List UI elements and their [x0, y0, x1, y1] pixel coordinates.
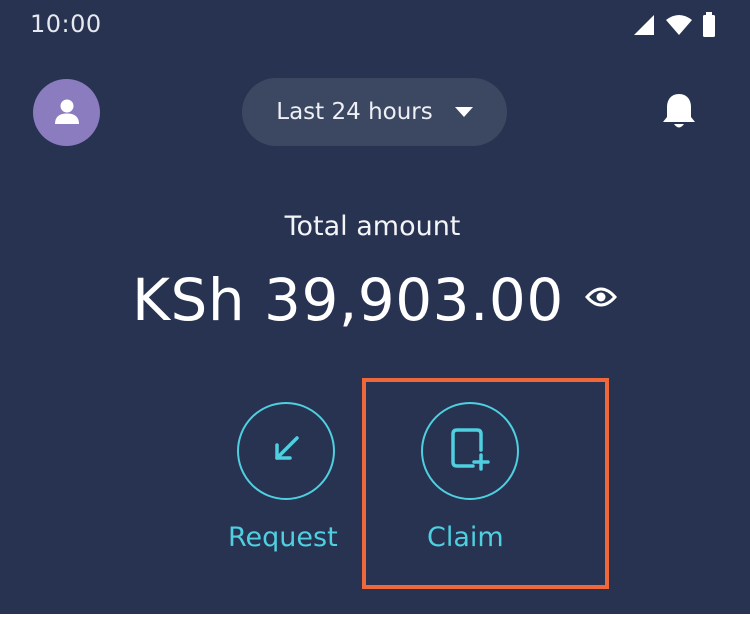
claim-button[interactable] [421, 402, 519, 500]
battery-icon [702, 12, 716, 38]
arrow-down-left-icon [269, 432, 303, 470]
user-icon [53, 97, 81, 129]
request-button[interactable] [237, 402, 335, 500]
period-label: Last 24 hours [276, 99, 433, 125]
claim-add-icon [449, 426, 491, 476]
signal-icon [632, 13, 656, 37]
balance-amount: KSh 39,903.00 [132, 266, 564, 334]
total-amount-label: Total amount [284, 211, 461, 242]
eye-icon[interactable] [585, 286, 617, 312]
chevron-down-icon [454, 103, 473, 122]
status-icons [632, 12, 716, 38]
status-time: 10:00 [30, 10, 102, 38]
wifi-icon [665, 13, 693, 37]
request-label[interactable]: Request [228, 522, 338, 553]
claim-label[interactable]: Claim [427, 522, 504, 553]
bell-icon [661, 92, 697, 136]
period-selector[interactable]: Last 24 hours [242, 78, 507, 146]
balance-row: KSh 39,903.00 [0, 262, 750, 338]
app-screen: 10:00 Last 24 hours Total amount KSh 39,… [0, 0, 750, 614]
notifications-button[interactable] [657, 92, 701, 136]
avatar[interactable] [33, 79, 100, 146]
